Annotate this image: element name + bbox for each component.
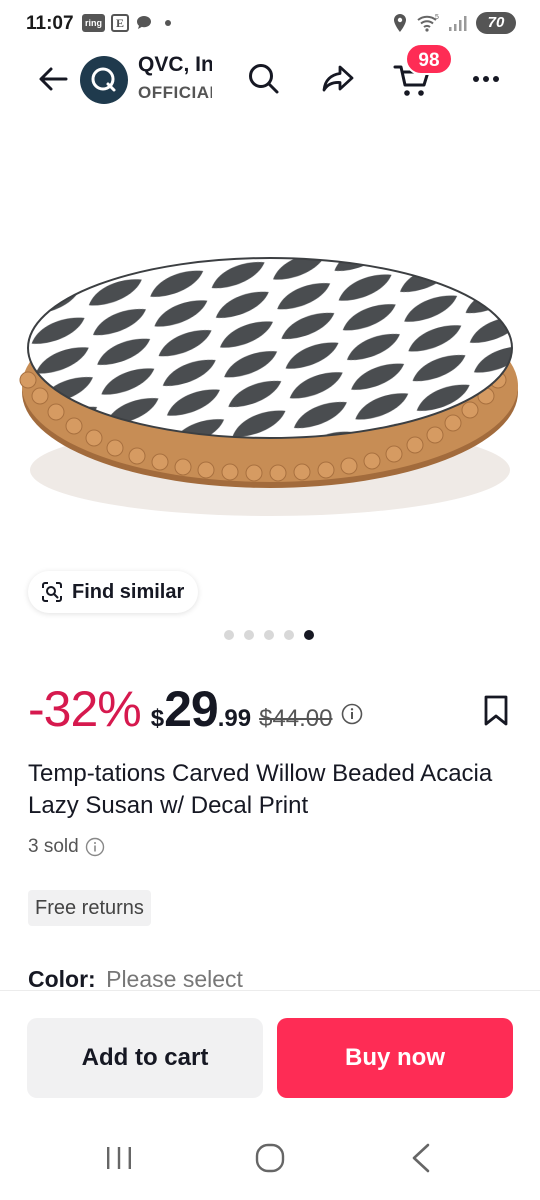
top-nav: QVC, Inc. OFFICIAL 98: [0, 43, 540, 108]
price-currency: $: [150, 705, 165, 732]
discount-percent: -32%: [28, 681, 142, 737]
sold-row: 3 sold: [28, 836, 105, 858]
price-decimal: .99: [217, 705, 252, 732]
bottom-action-bar: Add to cart Buy now: [0, 990, 540, 1114]
more-notifications-dot: [165, 20, 171, 26]
share-icon[interactable]: [320, 61, 356, 97]
system-back-icon[interactable]: [408, 1142, 434, 1174]
recent-apps-icon[interactable]: [104, 1144, 134, 1172]
free-returns-badge: Free returns: [28, 890, 151, 926]
image-search-icon: [42, 582, 62, 602]
find-similar-button[interactable]: Find similar: [28, 571, 199, 613]
battery-indicator: 70: [476, 12, 516, 34]
add-to-cart-button[interactable]: Add to cart: [27, 1018, 263, 1098]
search-icon[interactable]: [246, 61, 282, 97]
store-subtitle: OFFICIAL: [138, 83, 212, 102]
sold-count: 3 sold: [28, 836, 79, 857]
back-arrow-icon[interactable]: [36, 62, 70, 96]
carousel-dot[interactable]: [224, 630, 234, 640]
system-icons: 5 70: [392, 12, 516, 34]
home-icon[interactable]: [254, 1142, 286, 1174]
color-value: Please select: [106, 966, 243, 992]
original-price: $44.00: [259, 705, 333, 732]
price-integer: 29: [164, 681, 219, 737]
qvc-logo-icon: [91, 67, 116, 92]
chat-icon: [137, 16, 151, 29]
store-info[interactable]: QVC, Inc. OFFICIAL: [138, 52, 212, 108]
status-bar: 11:07 ring E 5 70: [0, 0, 540, 48]
carousel-dot[interactable]: [244, 630, 254, 640]
sold-info-icon[interactable]: [85, 837, 105, 857]
color-selector[interactable]: Color: Please select: [28, 966, 243, 993]
buy-now-button[interactable]: Buy now: [277, 1018, 513, 1098]
cart-count-badge: 98: [405, 43, 453, 75]
carousel-dots: [224, 630, 314, 640]
product-image[interactable]: [0, 140, 540, 620]
price-info-icon[interactable]: [341, 703, 363, 725]
store-logo[interactable]: [80, 56, 128, 104]
e-icon: E: [111, 14, 129, 32]
price-row: -32% $ 29 .99 $44.00: [28, 680, 363, 740]
color-label: Color:: [28, 966, 96, 992]
location-icon: [394, 14, 406, 32]
notification-icons: ring E: [82, 14, 171, 32]
find-similar-label: Find similar: [72, 580, 185, 603]
carousel-dot-active[interactable]: [304, 630, 314, 640]
carousel-dot[interactable]: [264, 630, 274, 640]
wifi-icon: 5: [417, 14, 439, 32]
carousel-dot[interactable]: [284, 630, 294, 640]
ring-icon: ring: [82, 14, 105, 32]
svg-text:5: 5: [435, 14, 439, 21]
system-nav-bar: [0, 1114, 540, 1200]
status-time: 11:07: [26, 13, 74, 34]
signal-icon: [449, 16, 467, 31]
store-name: QVC, Inc.: [138, 53, 212, 76]
lazy-susan-image: [19, 257, 518, 516]
product-title: Temp-tations Carved Willow Beaded Acacia…: [28, 760, 493, 819]
more-icon[interactable]: [466, 62, 506, 96]
bookmark-icon[interactable]: [482, 694, 510, 728]
